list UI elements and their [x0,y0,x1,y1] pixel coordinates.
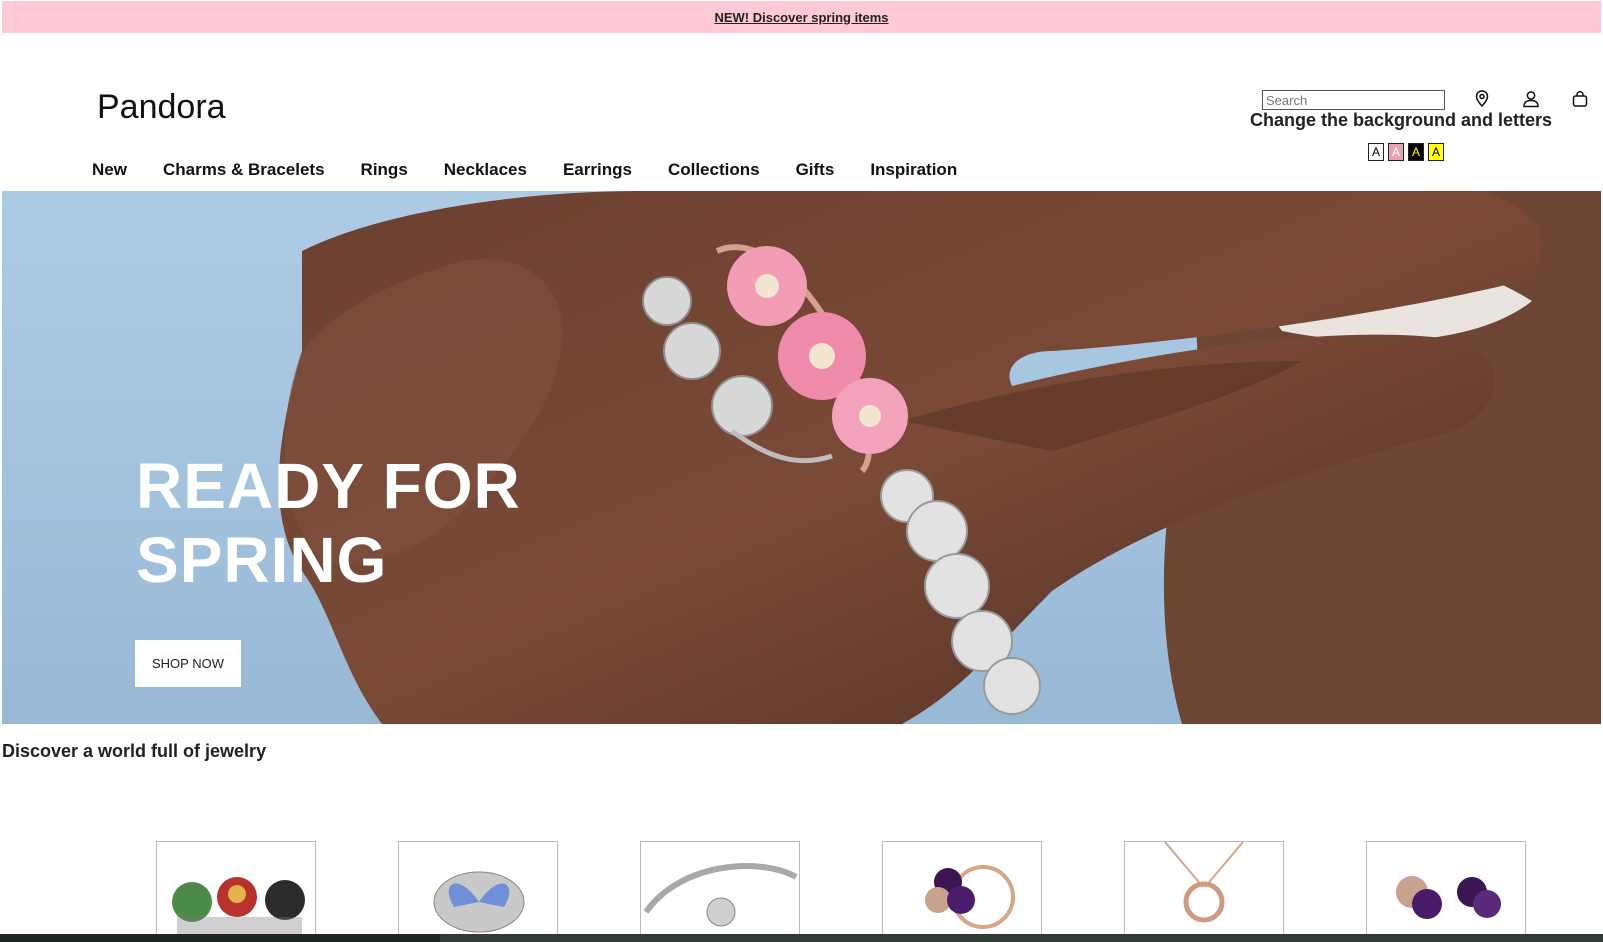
user-icon[interactable] [1520,88,1542,110]
horizontal-scrollbar[interactable] [0,934,1603,942]
contrast-white-button[interactable]: A [1368,143,1384,161]
product-card-o-pendant-necklace[interactable] [1124,841,1284,942]
nav-item-collections[interactable]: Collections [668,160,760,180]
hero-banner[interactable]: READY FOR SPRING SHOP NOW [2,191,1601,724]
nav-item-inspiration[interactable]: Inspiration [870,160,957,180]
scrollbar-thumb[interactable] [0,934,440,942]
product-card-pansy-earrings[interactable] [1366,841,1526,942]
product-card-bracelet[interactable] [640,841,800,942]
hero-title-line1: READY FOR [136,450,521,522]
hero-title-line2: SPRING [136,524,388,596]
pansy-earrings-icon [1396,876,1501,919]
superhero-charms-icon [172,877,305,937]
nav-item-rings[interactable]: Rings [361,160,408,180]
shop-now-button[interactable]: SHOP NOW [135,640,241,687]
nav-item-earrings[interactable]: Earrings [563,160,632,180]
contrast-swatches: A A A A [1368,143,1444,161]
contrast-black-button[interactable]: A [1408,143,1424,161]
product-card-superhero-charms[interactable] [156,841,316,942]
shopping-bag-icon[interactable] [1569,88,1591,110]
pansy-ring-icon [925,865,1015,929]
promo-banner: NEW! Discover spring items [2,1,1601,33]
contrast-options-title: Change the background and letters [1250,110,1553,130]
search-input[interactable] [1262,90,1445,110]
contrast-pink-button[interactable]: A [1388,143,1404,161]
butterfly-charm-icon [433,871,525,933]
bracelet-icon [643,863,798,927]
hero-title: READY FOR SPRING [136,449,556,597]
main-nav: New Charms & Bracelets Rings Necklaces E… [92,160,957,180]
nav-item-necklaces[interactable]: Necklaces [444,160,527,180]
section-title: Discover a world full of jewelry [2,741,267,761]
site-logo[interactable]: Pandora [97,88,226,127]
nav-item-gifts[interactable]: Gifts [796,160,835,180]
nav-item-charms-bracelets[interactable]: Charms & Bracelets [163,160,325,180]
product-card-butterfly-charm[interactable] [398,841,558,942]
location-pin-icon[interactable] [1471,88,1493,110]
nav-item-new[interactable]: New [92,160,127,180]
o-pendant-necklace-icon [1164,842,1244,923]
promo-link[interactable]: NEW! Discover spring items [714,10,888,25]
contrast-yellow-button[interactable]: A [1428,143,1444,161]
product-card-pansy-ring[interactable] [882,841,1042,942]
